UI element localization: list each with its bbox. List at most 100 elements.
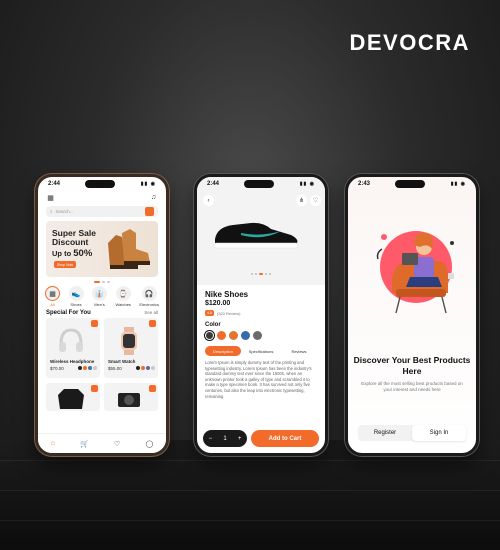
shoe-icon: 👟 [68,286,84,301]
headphone-icon: 🎧 [141,286,157,301]
banner-title: Super Sale Discount [52,228,96,247]
status-time: 2:44 [48,181,61,187]
section-title: Special For You [46,310,91,316]
search-input[interactable]: Search... [56,209,74,214]
register-button[interactable]: Register [358,425,412,441]
product-description: Lorem Ipsum is simply dummy text of the … [205,360,312,399]
home-header: ▦ ♫ [38,191,166,204]
add-to-cart-button[interactable]: Add to Cart [251,430,319,447]
back-arrow-icon[interactable]: ‹ [203,195,214,206]
onboarding-heading: Discover Your Best Products Here [353,355,471,376]
search-bar[interactable]: ⌕ Search... [46,206,158,217]
status-bar: 2:44 ▮▮ ◉ [197,177,325,191]
bag-icon[interactable] [91,320,98,327]
banner-discount: Up to 50% [52,248,93,259]
home-icon[interactable]: ⌂ [51,440,55,447]
bag-icon[interactable] [149,320,156,327]
color-swatch[interactable] [253,331,262,340]
boots-image [108,229,150,269]
product-card[interactable] [46,383,100,411]
product-card[interactable] [104,383,158,411]
phone-onboarding: 2:43 ▮▮ ◉ Discover Your Best Products He… [345,174,479,456]
onboarding-illustration [376,231,454,314]
phone-product-detail: 2:44 ▮▮ ◉ ‹ ⋔ ♡ Nike Shoes $120.00 4.8 (… [194,174,328,456]
cart-icon[interactable]: 🛒 [80,440,89,448]
heart-icon[interactable]: ♡ [114,440,120,448]
camera-image [118,393,140,407]
image-pagination [197,273,325,275]
shirt-icon: 👔 [92,286,107,301]
floor-backdrop [0,440,500,550]
notification-bell-icon[interactable]: ♫ [149,193,158,202]
smartwatch-image [121,327,137,355]
jacket-image [58,389,84,409]
cart-bar: − 1 + Add to Cart [203,430,319,447]
rating-badge: 4.8 [205,310,214,316]
quantity-stepper[interactable]: − 1 + [203,430,247,447]
grid-icon: ▦ [45,286,60,301]
minus-icon[interactable]: − [209,436,213,442]
detail-tabs: Description Specifications Reviews [205,346,317,356]
status-time: 2:44 [207,181,220,187]
product-name: Wireless Headphone [50,359,95,364]
category-mens[interactable]: 👔 Men's [92,286,107,307]
product-title: Nike Shoes [205,290,249,299]
share-icon[interactable]: ⋔ [296,195,307,206]
headphone-image [59,328,83,352]
color-swatches [78,366,97,370]
tab-description[interactable]: Description [205,346,241,356]
dynamic-island [85,180,116,188]
bag-icon[interactable] [91,385,98,392]
product-card[interactable]: Wireless Headphone $70.00 [46,318,100,378]
color-swatches [136,366,155,370]
category-list: ▦ All 👟 Shoes 👔 Men's ⌚ Watches 🎧 Electr… [38,283,166,307]
onboarding-subtext: Explore all the most selling best produc… [361,381,463,392]
sign-in-button[interactable]: Sign In [412,425,466,441]
bag-icon[interactable] [149,385,156,392]
plus-icon[interactable]: + [238,436,242,442]
promo-banner[interactable]: Super Sale Discount Up to 50% Shop Now [46,221,158,277]
color-swatch[interactable] [205,331,214,340]
product-price: $120.00 [205,300,231,307]
profile-icon[interactable]: ◯ [146,440,154,448]
category-shoes[interactable]: 👟 Shoes [68,286,84,307]
watch-icon: ⌚ [115,286,131,301]
color-swatch[interactable] [241,331,250,340]
category-all[interactable]: ▦ All [45,286,60,307]
bottom-tab-bar: ⌂ 🛒 ♡ ◯ [38,433,166,453]
tab-reviews[interactable]: Reviews [281,346,317,356]
filter-button[interactable] [145,207,154,216]
status-bar: 2:43 ▮▮ ◉ [348,177,476,191]
status-icons: ▮▮ ◉ [450,181,466,187]
category-electronics[interactable]: 🎧 Electronics [139,286,159,307]
product-card[interactable]: Smart Watch $55.00 [104,318,158,378]
shop-now-button[interactable]: Shop Now [54,261,76,268]
menu-grid-icon[interactable]: ▦ [46,193,55,202]
color-options [205,331,317,340]
quantity-value: 1 [223,435,227,442]
search-icon: ⌕ [50,209,53,214]
status-bar: 2:44 ▮▮ ◉ [38,177,166,191]
review-count[interactable]: (320 Review) [217,311,241,316]
rating-row: 4.8 (320 Review) [205,310,317,316]
status-icons: ▮▮ ◉ [299,181,315,187]
status-icons: ▮▮ ◉ [140,181,156,187]
product-price: $70.00 [50,366,64,371]
heart-icon[interactable]: ♡ [310,195,321,206]
product-price: $55.00 [108,366,122,371]
tab-specifications[interactable]: Specifications [243,346,279,356]
special-section-header: Special For You See all [38,307,166,318]
product-name: Smart Watch [108,359,136,364]
phone-home-screen: 2:44 ▮▮ ◉ ▦ ♫ ⌕ Search... Super Sale Dis… [35,174,169,456]
nike-shoe-image [213,222,299,249]
status-time: 2:43 [358,181,371,187]
category-watches[interactable]: ⌚ Watches [116,286,131,307]
see-all-link[interactable]: See all [144,310,158,315]
dynamic-island [244,180,275,188]
color-label: Color [205,322,221,328]
color-swatch[interactable] [217,331,226,340]
color-swatch[interactable] [229,331,238,340]
product-grid: Wireless Headphone $70.00 Smart Watch $5… [38,318,166,411]
dynamic-island [395,180,426,188]
product-image-area: 2:44 ▮▮ ◉ ‹ ⋔ ♡ [197,177,325,285]
